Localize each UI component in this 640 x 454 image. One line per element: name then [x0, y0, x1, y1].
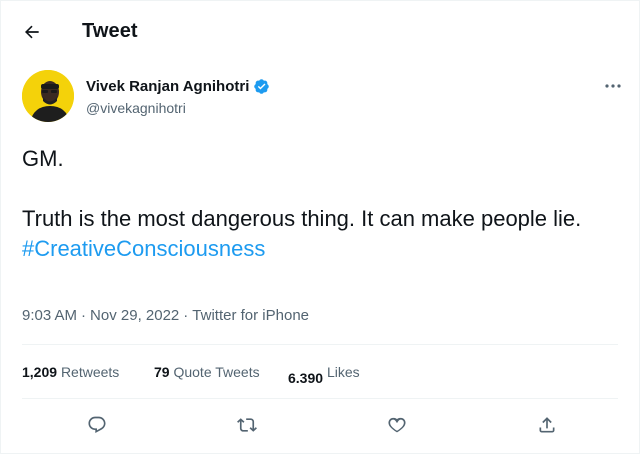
- divider: [22, 344, 618, 345]
- tweet-line-1: GM.: [22, 146, 64, 171]
- likes-count: 6.390: [288, 370, 324, 386]
- retweet-button[interactable]: [230, 408, 264, 442]
- tweet-time[interactable]: 9:03 AM: [22, 307, 77, 324]
- verified-badge-icon: [254, 79, 270, 94]
- tweet-text: GM. Truth is the most dangerous thing. I…: [22, 144, 622, 264]
- tweet-meta: 9:03 AM · Nov 29, 2022 · Twitter for iPh…: [22, 307, 309, 324]
- share-icon: [539, 417, 555, 433]
- avatar-image: [22, 70, 74, 122]
- back-button[interactable]: [18, 18, 46, 46]
- hashtag-link[interactable]: #CreativeConsciousness: [22, 234, 622, 264]
- quote-tweets-label: Quote Tweets: [173, 364, 260, 380]
- arrow-left-icon: [25, 25, 39, 39]
- meta-separator: ·: [81, 307, 87, 324]
- like-icon: [388, 417, 406, 433]
- reply-button[interactable]: [80, 408, 114, 442]
- author-name-text: Vivek Ranjan Agnihotri: [86, 78, 250, 95]
- avatar[interactable]: [22, 70, 74, 122]
- quote-tweets-stat[interactable]: 79 Quote Tweets: [154, 364, 260, 380]
- tweet-actions: [0, 408, 640, 442]
- more-dots-icon: [605, 84, 621, 88]
- page-header: Tweet: [0, 0, 640, 60]
- meta-separator: ·: [183, 307, 189, 324]
- author-name[interactable]: Vivek Ranjan Agnihotri: [86, 78, 270, 95]
- retweets-stat[interactable]: 1,209 Retweets: [22, 364, 119, 380]
- like-button[interactable]: [380, 408, 414, 442]
- tweet-date[interactable]: Nov 29, 2022: [90, 307, 179, 324]
- retweets-label: Retweets: [60, 364, 120, 380]
- tweet-source[interactable]: Twitter for iPhone: [192, 307, 309, 324]
- likes-stat[interactable]: 6.390 Likes: [288, 364, 360, 386]
- author-handle[interactable]: @vivekagnihotri: [86, 100, 186, 116]
- tweet-line-2: Truth is the most dangerous thing. It ca…: [22, 206, 582, 231]
- likes-label: Likes: [326, 364, 360, 380]
- retweets-count: 1,209: [22, 364, 58, 380]
- more-options-button[interactable]: [600, 76, 626, 96]
- divider: [22, 398, 618, 399]
- quote-tweets-count: 79: [154, 364, 170, 380]
- retweet-icon: [237, 418, 257, 432]
- share-button[interactable]: [530, 408, 564, 442]
- reply-icon: [88, 416, 106, 434]
- page-title: Tweet: [82, 20, 138, 42]
